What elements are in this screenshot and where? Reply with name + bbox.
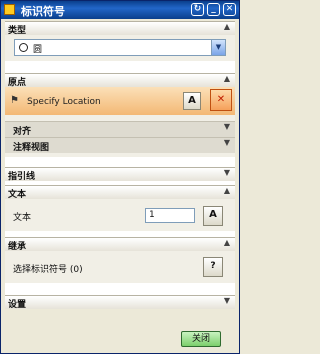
chevron-up-icon[interactable]: ▲ — [223, 75, 231, 83]
circle-icon — [19, 43, 28, 52]
chevron-down-icon[interactable]: ▼ — [223, 297, 231, 305]
section-text-header[interactable]: 文本 ▲ — [5, 185, 235, 200]
dialog-footer: 关闭 — [1, 331, 239, 353]
dropdown-arrow-icon[interactable]: ▼ — [211, 40, 225, 55]
close-button[interactable]: 关闭 — [181, 331, 221, 347]
chevron-up-icon[interactable]: ▲ — [223, 239, 231, 247]
section-type-header[interactable]: 类型 ▲ — [5, 21, 235, 36]
section-origin-header[interactable]: 原点 ▲ — [5, 73, 235, 88]
app-icon — [4, 4, 15, 15]
type-combo-value: 圆 — [33, 45, 43, 55]
section-inherit-header[interactable]: 继承 ▲ — [5, 237, 235, 252]
select-location-icon[interactable]: ✕ — [210, 89, 232, 111]
subsection-annotation-view[interactable]: 注释视图 ▼ — [5, 137, 235, 153]
chevron-up-icon[interactable]: ▲ — [223, 187, 231, 195]
flag-icon: ⚑ — [10, 95, 19, 106]
dialog-window: 标识符号 ↻ _ ✕ 类型 ▲ 圆 ▼ 原点 ▲ ⚑ Specify Locat… — [0, 0, 240, 354]
section-type-panel: 圆 ▼ — [5, 35, 235, 61]
type-combo[interactable]: 圆 ▼ — [14, 39, 226, 56]
select-id-symbol-label[interactable]: 选择标识符号 (0) — [13, 262, 83, 275]
chevron-up-icon[interactable]: ▲ — [223, 23, 231, 31]
specify-location-row[interactable]: ⚑ Specify Location A ✕ — [5, 87, 235, 115]
section-settings-header[interactable]: 设置 ▼ — [5, 295, 235, 310]
chevron-down-icon[interactable]: ▼ — [223, 139, 231, 147]
text-style-icon[interactable]: A — [203, 206, 223, 226]
section-leader-header[interactable]: 指引线 ▼ — [5, 167, 235, 182]
text-style-icon[interactable]: A — [183, 92, 201, 110]
dialog-body: 类型 ▲ 圆 ▼ 原点 ▲ ⚑ Specify Location A ✕ 对齐 — [5, 21, 235, 351]
section-origin-panel: ⚑ Specify Location A ✕ 对齐 ▼ 注释视图 ▼ — [5, 87, 235, 157]
text-field-label: 文本 — [13, 213, 32, 223]
text-input[interactable]: 1 — [145, 208, 195, 223]
reset-button[interactable]: ↻ — [191, 3, 204, 16]
align-label: 对齐 — [13, 127, 32, 137]
chevron-down-icon[interactable]: ▼ — [223, 123, 231, 131]
annotation-view-label: 注释视图 — [13, 143, 50, 153]
window-title: 标识符号 — [21, 5, 65, 18]
specify-location-label: Specify Location — [27, 97, 101, 107]
title-bar[interactable]: 标识符号 ↻ _ ✕ — [1, 1, 239, 19]
inherit-select-icon[interactable]: ? — [203, 257, 223, 277]
subsection-align[interactable]: 对齐 ▼ — [5, 121, 235, 137]
section-text-panel: 文本 1 A — [5, 199, 235, 231]
close-window-button[interactable]: ✕ — [223, 3, 236, 16]
chevron-down-icon[interactable]: ▼ — [223, 169, 231, 177]
section-leader-title: 指引线 — [8, 172, 36, 182]
section-inherit-panel: 选择标识符号 (0) ? — [5, 251, 235, 283]
minimize-button[interactable]: _ — [207, 3, 220, 16]
